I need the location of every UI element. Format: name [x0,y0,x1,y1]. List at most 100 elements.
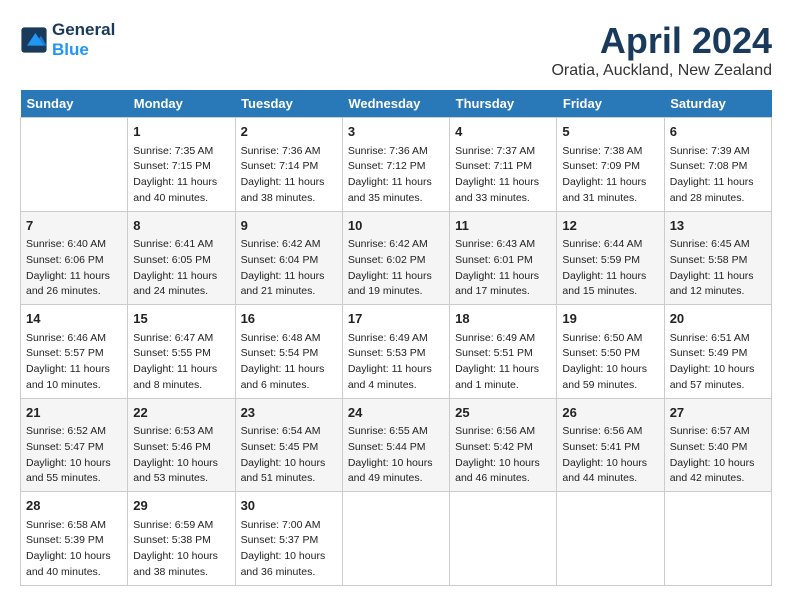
date-number: 2 [241,122,337,142]
date-number: 22 [133,403,229,423]
title-block: April 2024 Oratia, Auckland, New Zealand [551,20,772,80]
cell-info: Sunrise: 6:42 AM Sunset: 6:04 PM Dayligh… [241,237,337,300]
col-wednesday: Wednesday [342,90,449,118]
date-number: 9 [241,216,337,236]
cell-info: Sunrise: 6:43 AM Sunset: 6:01 PM Dayligh… [455,237,551,300]
date-number: 29 [133,496,229,516]
calendar-table: Sunday Monday Tuesday Wednesday Thursday… [20,90,772,586]
cell-week1-day3: 2Sunrise: 7:36 AM Sunset: 7:14 PM Daylig… [235,118,342,212]
month-title: April 2024 [551,20,772,62]
cell-info: Sunrise: 6:51 AM Sunset: 5:49 PM Dayligh… [670,331,766,394]
cell-info: Sunrise: 6:49 AM Sunset: 5:53 PM Dayligh… [348,331,444,394]
cell-week5-day5 [450,492,557,586]
cell-info: Sunrise: 7:00 AM Sunset: 5:37 PM Dayligh… [241,518,337,581]
location: Oratia, Auckland, New Zealand [551,62,772,80]
date-number: 27 [670,403,766,423]
date-number: 14 [26,309,122,329]
cell-info: Sunrise: 6:50 AM Sunset: 5:50 PM Dayligh… [562,331,658,394]
cell-week3-day2: 15Sunrise: 6:47 AM Sunset: 5:55 PM Dayli… [128,305,235,399]
col-saturday: Saturday [664,90,771,118]
cell-week2-day2: 8Sunrise: 6:41 AM Sunset: 6:05 PM Daylig… [128,211,235,305]
date-number: 13 [670,216,766,236]
cell-info: Sunrise: 6:45 AM Sunset: 5:58 PM Dayligh… [670,237,766,300]
date-number: 11 [455,216,551,236]
cell-week3-day1: 14Sunrise: 6:46 AM Sunset: 5:57 PM Dayli… [21,305,128,399]
date-number: 8 [133,216,229,236]
cell-info: Sunrise: 6:49 AM Sunset: 5:51 PM Dayligh… [455,331,551,394]
cell-info: Sunrise: 7:35 AM Sunset: 7:15 PM Dayligh… [133,144,229,207]
cell-week4-day2: 22Sunrise: 6:53 AM Sunset: 5:46 PM Dayli… [128,398,235,492]
date-number: 12 [562,216,658,236]
cell-info: Sunrise: 6:44 AM Sunset: 5:59 PM Dayligh… [562,237,658,300]
cell-week5-day4 [342,492,449,586]
cell-info: Sunrise: 7:36 AM Sunset: 7:12 PM Dayligh… [348,144,444,207]
date-number: 30 [241,496,337,516]
cell-info: Sunrise: 6:52 AM Sunset: 5:47 PM Dayligh… [26,424,122,487]
cell-week1-day1 [21,118,128,212]
cell-week2-day3: 9Sunrise: 6:42 AM Sunset: 6:04 PM Daylig… [235,211,342,305]
cell-info: Sunrise: 6:58 AM Sunset: 5:39 PM Dayligh… [26,518,122,581]
date-number: 4 [455,122,551,142]
cell-week1-day7: 6Sunrise: 7:39 AM Sunset: 7:08 PM Daylig… [664,118,771,212]
calendar-header-row: Sunday Monday Tuesday Wednesday Thursday… [21,90,772,118]
cell-week3-day6: 19Sunrise: 6:50 AM Sunset: 5:50 PM Dayli… [557,305,664,399]
date-number: 23 [241,403,337,423]
cell-week3-day7: 20Sunrise: 6:51 AM Sunset: 5:49 PM Dayli… [664,305,771,399]
cell-info: Sunrise: 7:39 AM Sunset: 7:08 PM Dayligh… [670,144,766,207]
cell-week3-day3: 16Sunrise: 6:48 AM Sunset: 5:54 PM Dayli… [235,305,342,399]
date-number: 26 [562,403,658,423]
date-number: 28 [26,496,122,516]
cell-info: Sunrise: 6:57 AM Sunset: 5:40 PM Dayligh… [670,424,766,487]
cell-info: Sunrise: 6:55 AM Sunset: 5:44 PM Dayligh… [348,424,444,487]
date-number: 7 [26,216,122,236]
cell-week2-day7: 13Sunrise: 6:45 AM Sunset: 5:58 PM Dayli… [664,211,771,305]
cell-info: Sunrise: 6:42 AM Sunset: 6:02 PM Dayligh… [348,237,444,300]
cell-week1-day2: 1Sunrise: 7:35 AM Sunset: 7:15 PM Daylig… [128,118,235,212]
date-number: 6 [670,122,766,142]
date-number: 25 [455,403,551,423]
cell-info: Sunrise: 6:54 AM Sunset: 5:45 PM Dayligh… [241,424,337,487]
cell-info: Sunrise: 6:46 AM Sunset: 5:57 PM Dayligh… [26,331,122,394]
cell-info: Sunrise: 6:40 AM Sunset: 6:06 PM Dayligh… [26,237,122,300]
cell-week4-day1: 21Sunrise: 6:52 AM Sunset: 5:47 PM Dayli… [21,398,128,492]
cell-info: Sunrise: 7:37 AM Sunset: 7:11 PM Dayligh… [455,144,551,207]
cell-week5-day7 [664,492,771,586]
logo-icon [20,26,48,54]
cell-week3-day5: 18Sunrise: 6:49 AM Sunset: 5:51 PM Dayli… [450,305,557,399]
cell-week4-day5: 25Sunrise: 6:56 AM Sunset: 5:42 PM Dayli… [450,398,557,492]
week-row-5: 28Sunrise: 6:58 AM Sunset: 5:39 PM Dayli… [21,492,772,586]
date-number: 10 [348,216,444,236]
col-monday: Monday [128,90,235,118]
date-number: 20 [670,309,766,329]
cell-week3-day4: 17Sunrise: 6:49 AM Sunset: 5:53 PM Dayli… [342,305,449,399]
col-friday: Friday [557,90,664,118]
cell-week1-day5: 4Sunrise: 7:37 AM Sunset: 7:11 PM Daylig… [450,118,557,212]
date-number: 19 [562,309,658,329]
page-header: General Blue April 2024 Oratia, Auckland… [20,20,772,80]
date-number: 15 [133,309,229,329]
date-number: 24 [348,403,444,423]
date-number: 21 [26,403,122,423]
cell-info: Sunrise: 6:59 AM Sunset: 5:38 PM Dayligh… [133,518,229,581]
cell-week4-day4: 24Sunrise: 6:55 AM Sunset: 5:44 PM Dayli… [342,398,449,492]
cell-info: Sunrise: 7:38 AM Sunset: 7:09 PM Dayligh… [562,144,658,207]
cell-info: Sunrise: 6:53 AM Sunset: 5:46 PM Dayligh… [133,424,229,487]
cell-info: Sunrise: 7:36 AM Sunset: 7:14 PM Dayligh… [241,144,337,207]
cell-info: Sunrise: 6:47 AM Sunset: 5:55 PM Dayligh… [133,331,229,394]
cell-week5-day2: 29Sunrise: 6:59 AM Sunset: 5:38 PM Dayli… [128,492,235,586]
cell-week4-day6: 26Sunrise: 6:56 AM Sunset: 5:41 PM Dayli… [557,398,664,492]
cell-week2-day1: 7Sunrise: 6:40 AM Sunset: 6:06 PM Daylig… [21,211,128,305]
cell-week1-day6: 5Sunrise: 7:38 AM Sunset: 7:09 PM Daylig… [557,118,664,212]
cell-week2-day4: 10Sunrise: 6:42 AM Sunset: 6:02 PM Dayli… [342,211,449,305]
date-number: 5 [562,122,658,142]
date-number: 16 [241,309,337,329]
logo-text: General Blue [52,20,115,61]
week-row-3: 14Sunrise: 6:46 AM Sunset: 5:57 PM Dayli… [21,305,772,399]
cell-week2-day6: 12Sunrise: 6:44 AM Sunset: 5:59 PM Dayli… [557,211,664,305]
cell-info: Sunrise: 6:56 AM Sunset: 5:41 PM Dayligh… [562,424,658,487]
week-row-4: 21Sunrise: 6:52 AM Sunset: 5:47 PM Dayli… [21,398,772,492]
cell-week2-day5: 11Sunrise: 6:43 AM Sunset: 6:01 PM Dayli… [450,211,557,305]
cell-week5-day1: 28Sunrise: 6:58 AM Sunset: 5:39 PM Dayli… [21,492,128,586]
cell-info: Sunrise: 6:48 AM Sunset: 5:54 PM Dayligh… [241,331,337,394]
date-number: 1 [133,122,229,142]
